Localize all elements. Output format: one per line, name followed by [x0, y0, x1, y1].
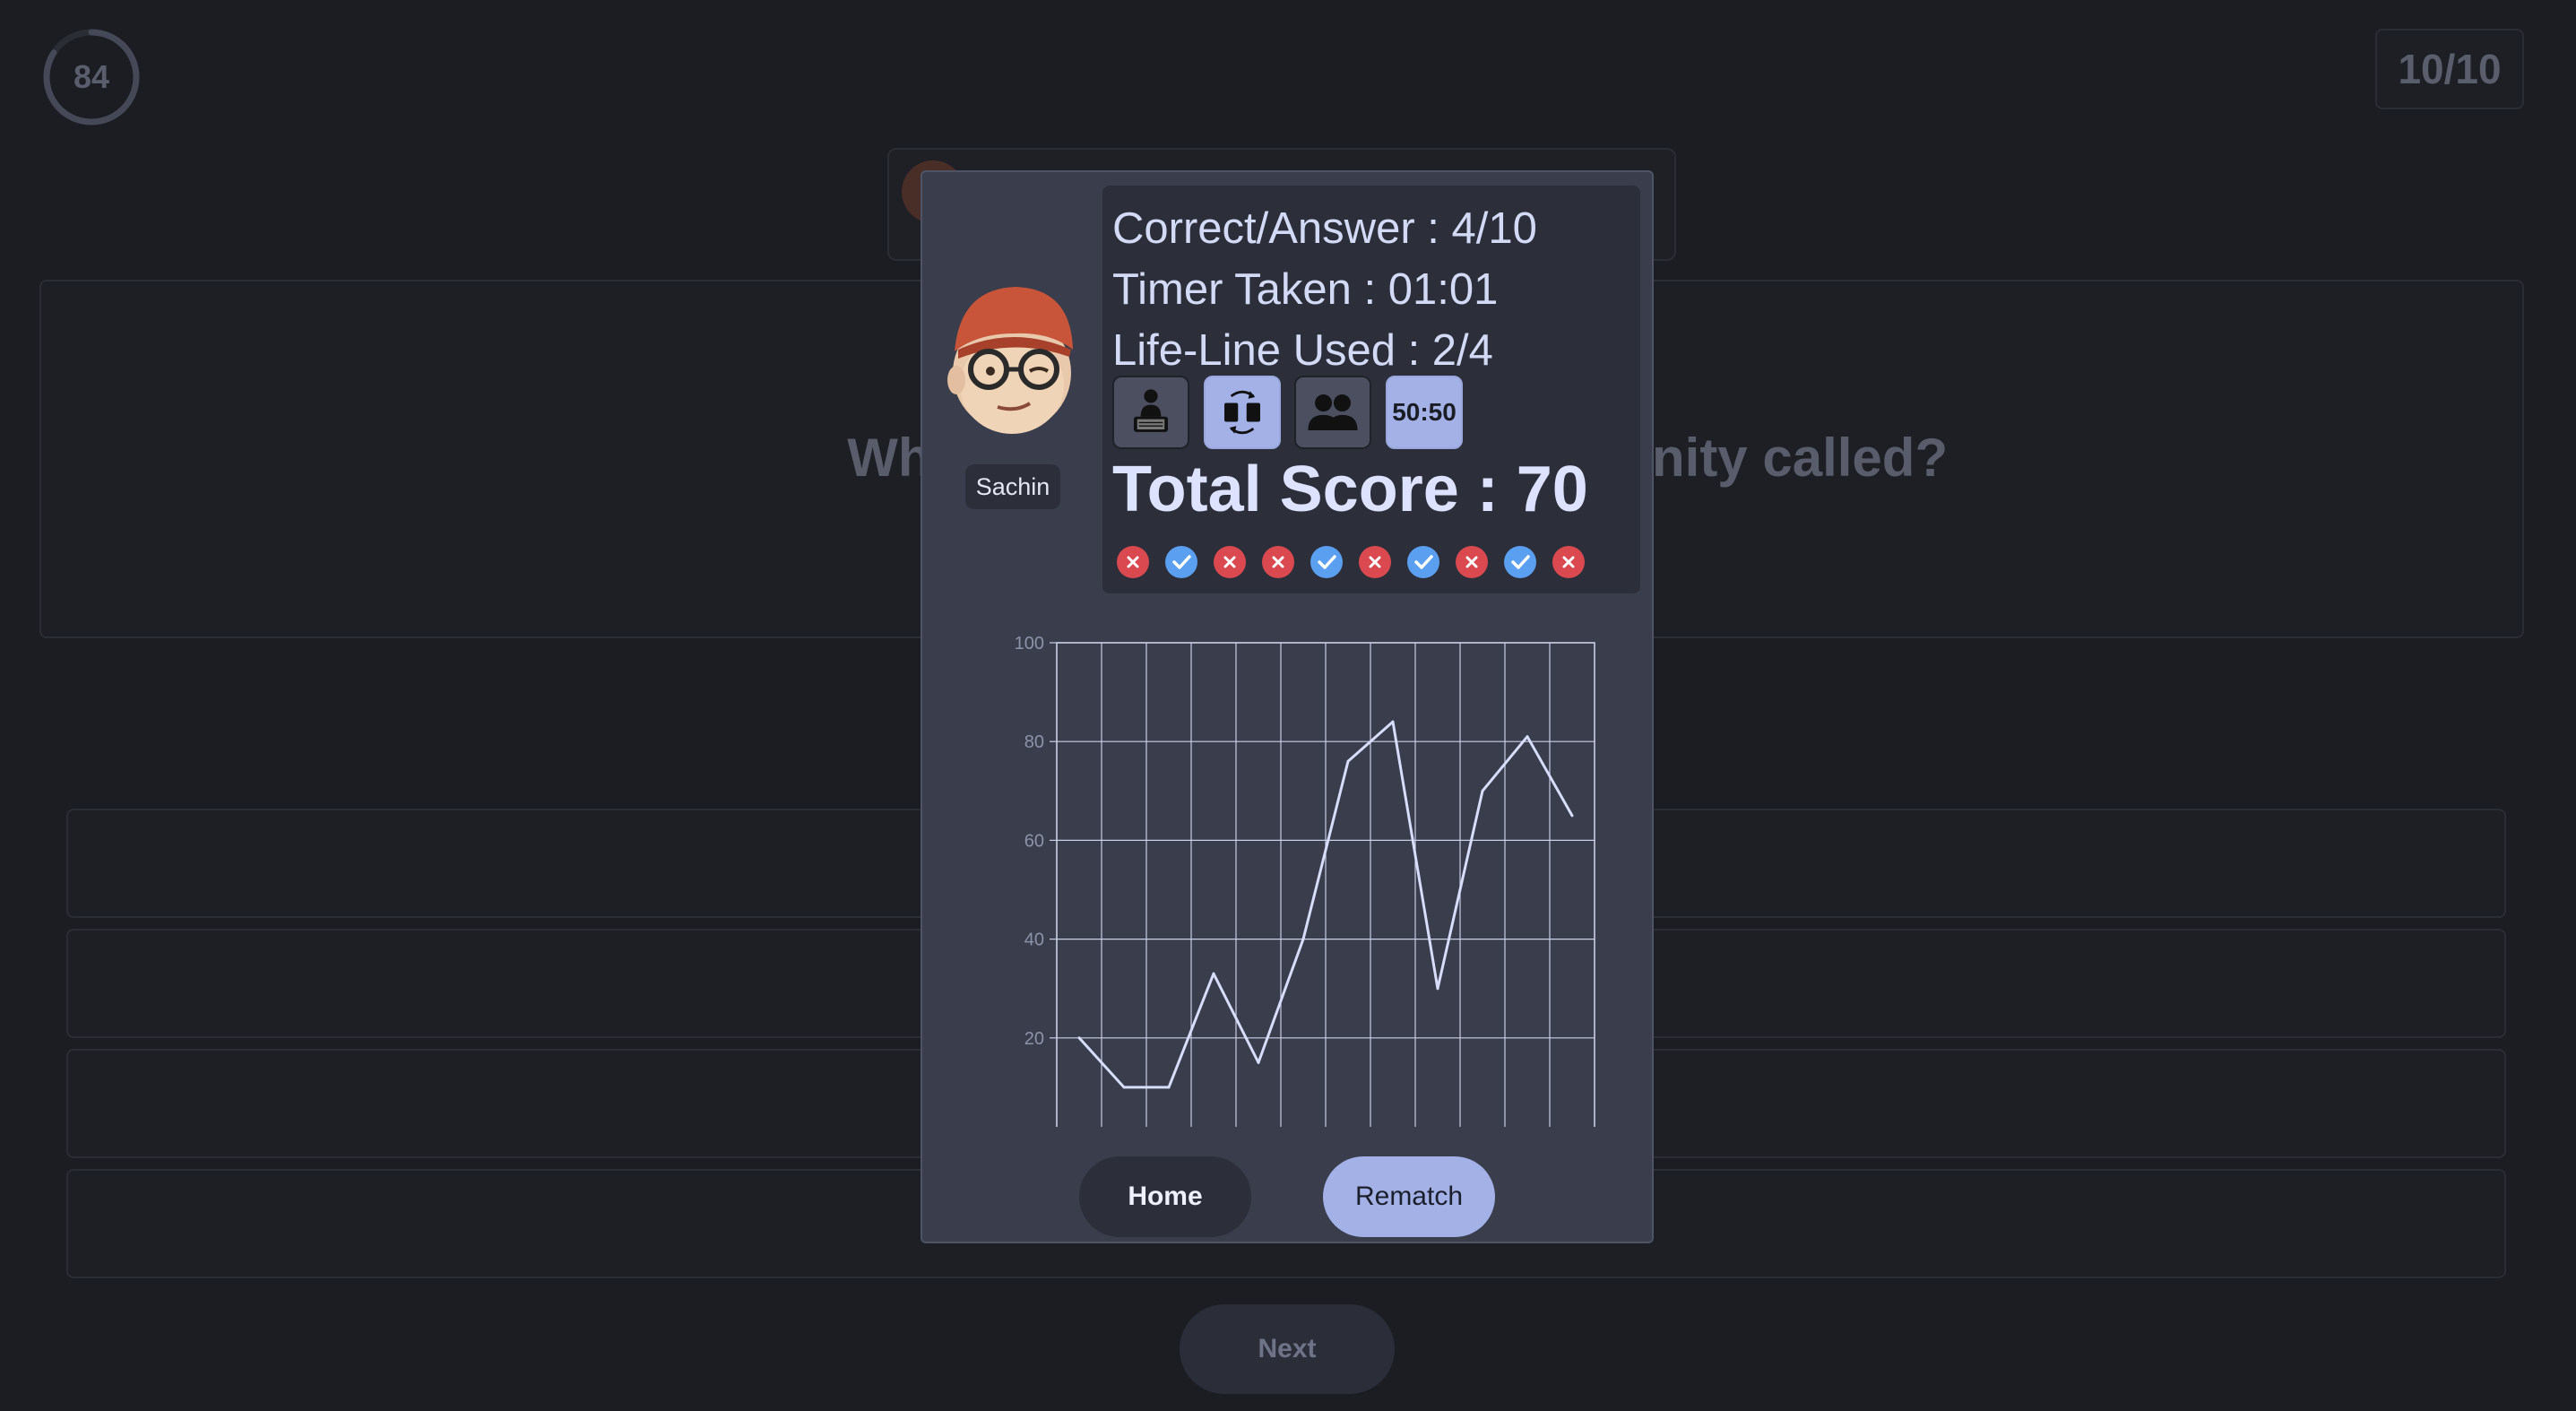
correct-answer-icon: [1504, 546, 1536, 578]
correct-answer-icon: [1310, 546, 1343, 578]
data-point: [1346, 759, 1350, 763]
stats-panel: Correct/Answer : 4/10 Timer Taken : 01:0…: [1102, 186, 1640, 593]
wrong-answer-icon: [1456, 546, 1488, 578]
wrong-answer-icon: [1117, 546, 1149, 578]
data-point: [1391, 720, 1395, 723]
data-point: [1481, 789, 1484, 792]
data-point: [1301, 938, 1305, 941]
wrong-answer-icon: [1359, 546, 1391, 578]
y-tick-label: 60: [1024, 831, 1044, 851]
rematch-button[interactable]: Rematch: [1323, 1156, 1495, 1237]
y-tick-label: 20: [1024, 1029, 1044, 1049]
score-chart: 020406080100123456789101112: [1015, 634, 1595, 1127]
y-tick-label: 80: [1024, 732, 1044, 752]
next-button[interactable]: Next: [1180, 1304, 1395, 1394]
home-button[interactable]: Home: [1079, 1156, 1251, 1237]
result-modal: Sachin Correct/Answer : 4/10 Timer Taken…: [921, 170, 1654, 1243]
time-taken: Timer Taken : 01:01: [1112, 265, 1499, 314]
memoji-avatar-icon: [947, 287, 1073, 434]
correct-answer-icon: [1407, 546, 1439, 578]
y-tick-label: 40: [1024, 931, 1044, 950]
y-tick-label: 100: [1015, 634, 1044, 654]
question-counter: 10/10: [2375, 29, 2524, 109]
lifeline-audience-poll: [1294, 376, 1371, 449]
audience-poll-icon: [1308, 394, 1358, 430]
lifeline-fifty-fifty: 50:50: [1386, 376, 1463, 449]
lifeline-phone-a-friend: [1112, 376, 1189, 449]
data-point: [1257, 1060, 1260, 1064]
data-point: [1167, 1086, 1171, 1089]
data-point: [1436, 987, 1439, 991]
timer: 84: [41, 27, 142, 127]
avatar: [942, 280, 1082, 434]
timer-value: 84: [73, 58, 110, 95]
correct-answers: Correct/Answer : 4/10: [1112, 204, 1537, 253]
player-name: Sachin: [965, 464, 1060, 509]
correct-answer-icon: [1165, 546, 1197, 578]
data-point: [1077, 1036, 1081, 1040]
wrong-answer-icon: [1262, 546, 1294, 578]
data-point: [1526, 735, 1529, 739]
wrong-answer-icon: [1552, 546, 1585, 578]
data-point: [1570, 814, 1574, 818]
data-point: [1212, 972, 1215, 975]
swap-question-icon: [1224, 390, 1260, 435]
phone-a-friend-icon: [1133, 389, 1169, 432]
lifeline-swap-question: [1204, 376, 1281, 449]
lifelines-used: Life-Line Used : 2/4: [1112, 326, 1493, 375]
wrong-answer-icon: [1214, 546, 1246, 578]
data-point: [1122, 1086, 1126, 1089]
total-score: Total Score : 70: [1112, 454, 1588, 525]
